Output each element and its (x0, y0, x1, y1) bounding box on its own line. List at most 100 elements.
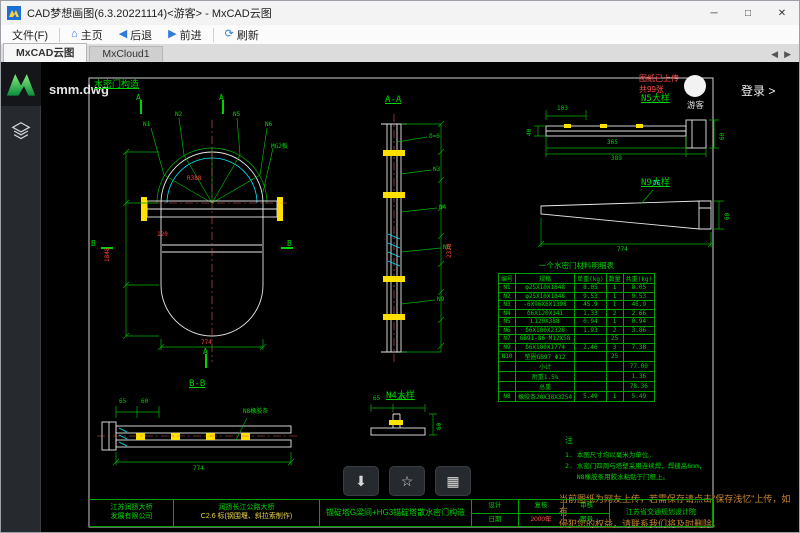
menu-home[interactable]: ⌂ 主页 (64, 26, 110, 44)
table-cell: N2 (499, 292, 516, 301)
minimize-button[interactable]: ─ (697, 1, 731, 25)
tab-mxcloud1[interactable]: MxCloud1 (89, 46, 162, 62)
table-cell (575, 372, 606, 382)
cad-text: 45 (399, 396, 406, 402)
cad-text: B (91, 240, 96, 248)
table-cell (499, 382, 516, 392)
notes-title: 注 (565, 434, 705, 448)
title-block-company: 江苏润扬大桥 发展有限公司 (90, 500, 174, 526)
table-cell: 7.38 (623, 343, 654, 352)
table-cell: 9.53 (623, 292, 654, 301)
close-button[interactable]: ✕ (765, 1, 799, 25)
cad-text: A (203, 348, 208, 356)
qrcode-button[interactable]: ▦ (435, 466, 471, 496)
cad-text: N4 (439, 205, 446, 211)
table-cell: 橡胶条20X30X3254 (516, 392, 575, 402)
material-table: 一个水密门材料明细表编号规格单重(kg)数量共重(kg) N1φ25X10X184… (498, 259, 655, 402)
table-cell: 25 (606, 335, 623, 344)
cad-text: N8橡胶条 (243, 409, 268, 415)
menu-separator (213, 28, 214, 42)
cad-text: 774 (617, 247, 628, 253)
table-row: 附重1.5%1.36 (499, 372, 655, 382)
menu-separator (59, 28, 60, 42)
cad-text: A-A (385, 96, 401, 105)
table-row: N9δ6X100X17742.4637.38 (499, 343, 655, 352)
table-cell: 总重 (516, 382, 575, 392)
table-cell: 2 (606, 309, 623, 318)
cad-text: 40 (527, 129, 533, 136)
title-block-drawing-title: 锚碇塔G梁间+HG3锚碇塔散水密门构造 (320, 500, 472, 526)
table-cell: δ6X100X1774 (516, 343, 575, 352)
back-arrow-icon: ◀ (119, 29, 127, 40)
cad-text: R388 (187, 176, 201, 182)
table-cell: N7 (499, 335, 516, 344)
favorite-button[interactable]: ☆ (389, 466, 425, 496)
download-icon: ⬇ (355, 473, 367, 489)
table-cell: N1 (499, 284, 516, 293)
download-button[interactable]: ⬇ (343, 466, 379, 496)
table-cell: 9.53 (575, 292, 606, 301)
table-cell: -6X96X6X1398 (516, 301, 575, 310)
user-avatar[interactable] (684, 75, 706, 97)
cad-text: 60 (437, 423, 443, 430)
table-cell: 45.9 (623, 301, 654, 310)
left-sidebar (1, 62, 41, 532)
maximize-button[interactable]: □ (731, 1, 765, 25)
cad-text: 774 (193, 466, 204, 472)
table-header-cell: 共重(kg) (623, 274, 654, 284)
menu-forward[interactable]: ▶ 前进 (161, 26, 208, 44)
home-icon: ⌂ (71, 29, 78, 40)
cad-text: 60 (725, 213, 731, 220)
table-row: N4δ6X120X1411.3322.66 (499, 309, 655, 318)
menu-refresh[interactable]: ⟳ 刷新 (218, 26, 266, 44)
menu-file[interactable]: 文件(F) (5, 26, 55, 44)
table-row: 小计77.00 (499, 362, 655, 372)
mxcad-logo[interactable] (1, 62, 41, 106)
table-cell: φ25X10X1848 (516, 284, 575, 293)
canvas-action-bar: ⬇ ☆ ▦ (343, 466, 471, 496)
cad-text: 65 (119, 399, 126, 405)
material-table-title: 一个水密门材料明细表 (498, 259, 655, 273)
table-cell: 1 (606, 284, 623, 293)
table-cell: 77.00 (623, 362, 654, 372)
table-cell (575, 335, 606, 344)
table-cell (623, 352, 654, 362)
table-cell: 1 (606, 392, 623, 402)
table-cell (606, 372, 623, 382)
layers-icon[interactable] (10, 120, 32, 147)
table-cell: N6 (499, 326, 516, 335)
menu-back[interactable]: ◀ 后退 (112, 26, 159, 44)
cad-text: 65 (373, 396, 380, 402)
cad-text: N6 (265, 122, 272, 128)
table-header-cell: 单重(kg) (575, 274, 606, 284)
table-cell: 0.94 (623, 318, 654, 327)
table-cell: N5 (499, 318, 516, 327)
table-header-cell: 编号 (499, 274, 516, 284)
table-cell: 3 (606, 343, 623, 352)
cad-canvas[interactable]: smm.dwg 图纸已上传 共99张 游客 登录 > ⬇ ☆ ▦ 当前图纸为网友… (41, 62, 799, 532)
table-header-cell: 规格 (516, 274, 575, 284)
table-row: N7GB91-86 M12X5825 (499, 335, 655, 344)
cad-text: N1 (143, 122, 150, 128)
table-cell: 0.94 (575, 318, 606, 327)
title-block: 江苏润扬大桥 发展有限公司 润扬长江公路大桥 C2.6 标(钢围堰、斜拉索制作)… (89, 499, 713, 527)
tab-scroll-right-icon[interactable]: ▶ (784, 49, 791, 60)
cad-text: A (136, 94, 141, 102)
tab-mxcad-cloud[interactable]: MxCAD云图 (3, 43, 87, 62)
cad-text: N5 (233, 112, 240, 118)
cad-text: 1848 (105, 248, 111, 262)
table-cell: N10 (499, 352, 516, 362)
table-header-cell: 数量 (606, 274, 623, 284)
table-cell: N3 (499, 301, 516, 310)
table-cell: 2.46 (575, 343, 606, 352)
cad-text: 365 (607, 140, 618, 146)
table-row: N3-6X96X6X139845.9145.9 (499, 301, 655, 310)
title-block-signatures: 设计 复核 审核 日期 2000年 图号 (472, 500, 610, 526)
cad-text: 水密门构造 (94, 81, 139, 90)
table-row: N5L120X3880.9410.94 (499, 318, 655, 327)
tab-scroll-left-icon[interactable]: ◀ (771, 49, 778, 60)
table-cell: 5.49 (575, 392, 606, 402)
main-area: smm.dwg 图纸已上传 共99张 游客 登录 > ⬇ ☆ ▦ 当前图纸为网友… (1, 62, 799, 532)
table-cell: 1.33 (575, 309, 606, 318)
login-button[interactable]: 登录 > (741, 82, 775, 99)
